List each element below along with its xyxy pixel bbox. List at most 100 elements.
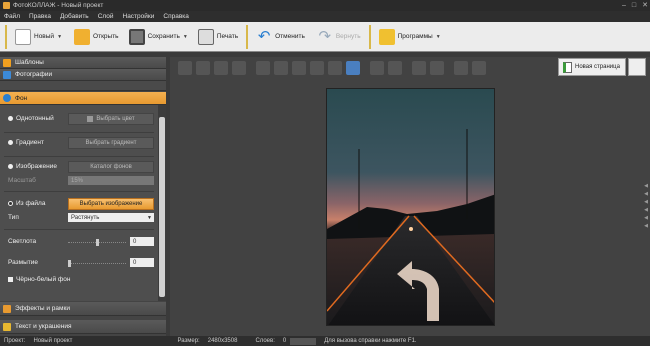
gradient-option[interactable]: Градиент	[8, 139, 44, 146]
blur-slider[interactable]	[68, 260, 126, 267]
type-select[interactable]: Растянуть ▼	[68, 213, 154, 222]
save-button[interactable]: Сохранить ▼	[126, 24, 191, 50]
menu-bar: Файл Правка Добавить Слой Настройки Спра…	[0, 11, 650, 22]
new-page-button[interactable]: Новая страница	[558, 58, 626, 76]
rotate-icon[interactable]	[328, 61, 342, 75]
image-option[interactable]: Изображение	[8, 163, 57, 170]
menu-edit[interactable]: Правка	[29, 13, 51, 20]
blur-slider-handle[interactable]	[68, 260, 71, 267]
scale-select[interactable]: 15%	[68, 176, 154, 185]
section-background-active[interactable]: Фон	[0, 92, 166, 105]
solid-radio[interactable]	[8, 116, 13, 121]
text-label: Текст и украшения	[15, 323, 72, 330]
undo-label: Отменить	[275, 33, 305, 40]
gradient-radio[interactable]	[8, 140, 13, 145]
scrollbar-thumb[interactable]	[159, 117, 165, 297]
flip-vertical-icon[interactable]	[310, 61, 324, 75]
chevron-left-icon[interactable]: ◀	[644, 223, 648, 229]
programs-button[interactable]: Программы ▼	[376, 24, 444, 50]
text-icon	[3, 322, 11, 331]
delete-icon[interactable]	[370, 61, 384, 75]
pick-gradient-button[interactable]: Выбрать градиент	[68, 137, 154, 149]
section-templates[interactable]: Шаблоны	[0, 57, 166, 69]
maximize-icon[interactable]: □	[632, 0, 636, 11]
brightness-slider[interactable]	[68, 239, 126, 246]
chevron-left-icon[interactable]: ◀	[644, 191, 648, 197]
pick-color-label: Выбрать цвет	[96, 116, 135, 122]
page-settings-button[interactable]	[628, 58, 646, 76]
gear-icon[interactable]	[454, 61, 468, 75]
background-label: Фон	[15, 94, 28, 102]
chevron-down-icon[interactable]: ▼	[57, 34, 62, 40]
solid-option[interactable]: Однотонный	[8, 115, 54, 122]
blur-input[interactable]: 0	[130, 258, 154, 267]
size-value: 2480x3508	[207, 338, 238, 344]
new-page-label: Новая страница	[575, 64, 620, 70]
chevron-left-icon[interactable]: ◀	[644, 183, 648, 189]
divider	[4, 132, 154, 133]
hand-icon[interactable]	[412, 61, 426, 75]
pick-gradient-label: Выбрать градиент	[85, 140, 137, 146]
align-icon[interactable]	[256, 61, 270, 75]
programs-icon	[378, 28, 395, 45]
blur-value: 0	[133, 259, 137, 266]
menu-layer[interactable]: Слой	[98, 13, 114, 20]
send-back-icon[interactable]	[232, 61, 246, 75]
menu-file[interactable]: Файл	[4, 13, 20, 20]
blur-label: Размытие	[8, 259, 39, 266]
panel-scrollbar[interactable]	[158, 105, 166, 301]
chevron-down-icon[interactable]: ▼	[183, 34, 188, 40]
pick-color-button[interactable]: Выбрать цвет	[68, 113, 154, 125]
new-page-icon	[563, 61, 572, 73]
hint-text: Для вызова справки нажмите F1.	[324, 338, 417, 344]
chevron-down-icon[interactable]: ▼	[436, 34, 441, 40]
scale-row: Масштаб	[8, 177, 36, 184]
menu-add[interactable]: Добавить	[60, 13, 89, 20]
brightness-slider-handle[interactable]	[96, 239, 99, 246]
section-effects[interactable]: Эффекты и рамки	[0, 302, 166, 316]
save-icon	[128, 28, 145, 45]
chevron-left-icon[interactable]: ◀	[644, 199, 648, 205]
redo-button[interactable]: ↷ Вернуть	[314, 24, 364, 50]
properties-icon[interactable]	[472, 61, 486, 75]
section-text[interactable]: Текст и украшения	[0, 320, 166, 334]
work-area: Новая страница ◀ ◀ ◀ ◀ ◀ ◀	[170, 57, 650, 336]
section-background	[0, 81, 166, 91]
blur-row: Размытие	[8, 259, 38, 266]
print-button[interactable]: Печать	[195, 24, 241, 50]
flip-center-icon[interactable]	[292, 61, 306, 75]
chevron-down-icon: ▼	[147, 214, 152, 221]
section-photos[interactable]: Фотографии	[0, 69, 166, 81]
crop-icon[interactable]	[388, 61, 402, 75]
bring-front-icon[interactable]	[178, 61, 192, 75]
image-radio[interactable]	[8, 164, 13, 169]
folder-icon	[74, 28, 91, 45]
send-backward-icon[interactable]	[214, 61, 228, 75]
bring-forward-icon[interactable]	[196, 61, 210, 75]
bw-row[interactable]: Чёрно-белый фон	[8, 276, 70, 283]
collage-canvas[interactable]	[326, 88, 495, 326]
layers-label: Слоев:	[255, 338, 275, 344]
chevron-left-icon[interactable]: ◀	[644, 215, 648, 221]
status-bar: Проект: Новый проект Размер: 2480x3508 С…	[0, 336, 650, 346]
bg-catalog-button[interactable]: Каталог фонов	[68, 161, 154, 173]
menu-help[interactable]: Справка	[163, 13, 189, 20]
left-panel: Шаблоны Фотографии Фон Однотонный Выбрат…	[0, 57, 166, 336]
image-label: Изображение	[16, 163, 57, 170]
flip-horizontal-icon[interactable]	[274, 61, 288, 75]
menu-settings[interactable]: Настройки	[123, 13, 155, 20]
from-file-radio[interactable]	[8, 201, 13, 206]
from-file-option[interactable]: Из файла	[8, 200, 45, 207]
brightness-input[interactable]: 0	[130, 237, 154, 246]
close-icon[interactable]: ✕	[642, 0, 648, 11]
background-layer-icon[interactable]	[346, 61, 360, 75]
chevron-left-icon[interactable]: ◀	[644, 207, 648, 213]
bg-catalog-label: Каталог фонов	[90, 164, 132, 170]
magic-icon[interactable]	[430, 61, 444, 75]
choose-image-button[interactable]: Выбрать изображение	[68, 198, 154, 210]
open-button[interactable]: Открыть	[71, 24, 122, 50]
new-button[interactable]: Новый ▼	[12, 24, 65, 50]
bw-checkbox[interactable]	[8, 277, 13, 282]
minimize-icon[interactable]: –	[622, 0, 626, 11]
undo-button[interactable]: ↶ Отменить	[253, 24, 308, 50]
